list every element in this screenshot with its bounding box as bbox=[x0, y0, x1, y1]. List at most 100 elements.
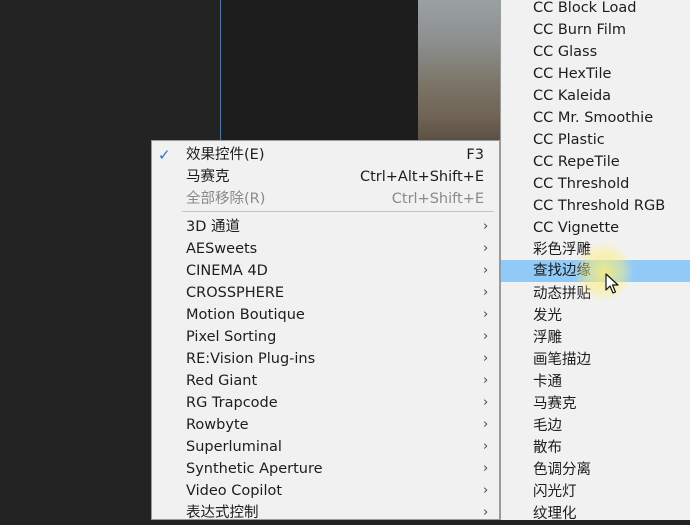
menu-item-label: 马赛克 bbox=[186, 169, 230, 185]
menu-category-motion-boutique[interactable]: Motion Boutique › bbox=[152, 304, 499, 326]
composition-panel bbox=[222, 0, 418, 140]
submenu-item-posterize[interactable]: 色调分离 bbox=[501, 459, 690, 481]
submenu-item-cc-vignette[interactable]: CC Vignette bbox=[501, 217, 690, 239]
submenu-item-label: 色调分离 bbox=[533, 462, 591, 478]
submenu-item-cc-threshold[interactable]: CC Threshold bbox=[501, 173, 690, 195]
menu-category-revision-plugins[interactable]: RE:Vision Plug-ins › bbox=[152, 348, 499, 370]
submenu-arrow-icon: › bbox=[483, 461, 489, 476]
submenu-arrow-icon: › bbox=[483, 219, 489, 234]
submenu-item-label: 纹理化 bbox=[533, 506, 577, 522]
menu-category-crossphere[interactable]: CROSSPHERE › bbox=[152, 282, 499, 304]
submenu-item-texturize[interactable]: 纹理化 bbox=[501, 503, 690, 525]
menu-item-label: 效果控件(E) bbox=[186, 147, 265, 163]
menu-category-3d-channel[interactable]: 3D 通道 › bbox=[152, 216, 499, 238]
submenu-arrow-icon: › bbox=[483, 505, 489, 520]
submenu-item-cc-threshold-rgb[interactable]: CC Threshold RGB bbox=[501, 195, 690, 217]
menu-category-label: CINEMA 4D bbox=[186, 263, 268, 279]
submenu-item-cc-repetile[interactable]: CC RepeTile bbox=[501, 151, 690, 173]
menu-item-remove-all: 全部移除(R) Ctrl+Shift+E bbox=[152, 188, 499, 210]
menu-category-synthetic-aperture[interactable]: Synthetic Aperture › bbox=[152, 458, 499, 480]
submenu-item-label: 彩色浮雕 bbox=[533, 242, 591, 258]
menu-category-aesweets[interactable]: AESweets › bbox=[152, 238, 499, 260]
submenu-arrow-icon: › bbox=[483, 329, 489, 344]
submenu-item-cartoon[interactable]: 卡通 bbox=[501, 371, 690, 393]
submenu-item-label: CC Glass bbox=[533, 44, 598, 60]
menu-category-label: RG Trapcode bbox=[186, 395, 278, 411]
menu-category-label: AESweets bbox=[186, 241, 258, 257]
submenu-item-find-edges[interactable]: 查找边缘 bbox=[501, 260, 690, 282]
submenu-item-label: CC Kaleida bbox=[533, 88, 612, 104]
menu-category-label: Motion Boutique bbox=[186, 307, 305, 323]
composition-preview-image bbox=[418, 0, 502, 140]
menu-category-cinema-4d[interactable]: CINEMA 4D › bbox=[152, 260, 499, 282]
timeline-indicator-line bbox=[220, 0, 221, 140]
menu-item-effect-controls[interactable]: ✓ 效果控件(E) F3 bbox=[152, 144, 499, 166]
submenu-item-label: CC Block Load bbox=[533, 0, 637, 16]
submenu-arrow-icon: › bbox=[483, 285, 489, 300]
submenu-item-label: CC Vignette bbox=[533, 220, 620, 236]
submenu-item-label: CC RepeTile bbox=[533, 154, 620, 170]
submenu-item-label: CC Mr. Smoothie bbox=[533, 110, 654, 126]
submenu-item-cc-kaleida[interactable]: CC Kaleida bbox=[501, 85, 690, 107]
menu-category-expression-controls[interactable]: 表达式控制 › bbox=[152, 502, 499, 524]
menu-category-label: Pixel Sorting bbox=[186, 329, 277, 345]
submenu-arrow-icon: › bbox=[483, 351, 489, 366]
menu-category-label: CROSSPHERE bbox=[186, 285, 285, 301]
menu-category-video-copilot[interactable]: Video Copilot › bbox=[152, 480, 499, 502]
submenu-arrow-icon: › bbox=[483, 241, 489, 256]
submenu-item-color-emboss[interactable]: 彩色浮雕 bbox=[501, 239, 690, 261]
submenu-item-label: 浮雕 bbox=[533, 330, 562, 346]
submenu-item-cc-hextile[interactable]: CC HexTile bbox=[501, 63, 690, 85]
menu-item-shortcut: Ctrl+Alt+Shift+E bbox=[359, 169, 484, 185]
submenu-item-cc-block-load[interactable]: CC Block Load bbox=[501, 0, 690, 19]
submenu-item-glow[interactable]: 发光 bbox=[501, 305, 690, 327]
effects-submenu: CC Block Load CC Burn Film CC Glass CC H… bbox=[500, 0, 690, 522]
submenu-item-brush-strokes[interactable]: 画笔描边 bbox=[501, 349, 690, 371]
submenu-item-label: CC Threshold RGB bbox=[533, 198, 666, 214]
menu-category-red-giant[interactable]: Red Giant › bbox=[152, 370, 499, 392]
submenu-item-label: 发光 bbox=[533, 308, 562, 324]
submenu-item-emboss[interactable]: 浮雕 bbox=[501, 327, 690, 349]
submenu-arrow-icon: › bbox=[483, 483, 489, 498]
context-menu: ✓ 效果控件(E) F3 马赛克 Ctrl+Alt+Shift+E 全部移除(R… bbox=[151, 140, 500, 521]
menu-category-label: Superluminal bbox=[186, 439, 282, 455]
menu-item-mosaic[interactable]: 马赛克 Ctrl+Alt+Shift+E bbox=[152, 166, 499, 188]
check-icon: ✓ bbox=[158, 146, 171, 164]
menu-category-superluminal[interactable]: Superluminal › bbox=[152, 436, 499, 458]
submenu-item-roughen-edges[interactable]: 毛边 bbox=[501, 415, 690, 437]
submenu-item-cc-burn-film[interactable]: CC Burn Film bbox=[501, 19, 690, 41]
submenu-item-strobe-light[interactable]: 闪光灯 bbox=[501, 481, 690, 503]
submenu-item-mosaic[interactable]: 马赛克 bbox=[501, 393, 690, 415]
submenu-item-label: 散布 bbox=[533, 440, 562, 456]
menu-category-rg-trapcode[interactable]: RG Trapcode › bbox=[152, 392, 499, 414]
submenu-item-scatter[interactable]: 散布 bbox=[501, 437, 690, 459]
submenu-item-label: 动态拼贴 bbox=[533, 286, 591, 302]
menu-category-label: Rowbyte bbox=[186, 417, 249, 433]
menu-category-label: RE:Vision Plug-ins bbox=[186, 351, 316, 367]
submenu-item-label: 毛边 bbox=[533, 418, 562, 434]
submenu-arrow-icon: › bbox=[483, 263, 489, 278]
submenu-arrow-icon: › bbox=[483, 307, 489, 322]
submenu-item-label: 卡通 bbox=[533, 374, 562, 390]
submenu-arrow-icon: › bbox=[483, 417, 489, 432]
submenu-item-label: 马赛克 bbox=[533, 396, 577, 412]
submenu-item-cc-plastic[interactable]: CC Plastic bbox=[501, 129, 690, 151]
menu-item-shortcut: F3 bbox=[466, 147, 484, 163]
submenu-item-motion-tile[interactable]: 动态拼贴 bbox=[501, 283, 690, 305]
menu-category-pixel-sorting[interactable]: Pixel Sorting › bbox=[152, 326, 499, 348]
menu-category-label: 表达式控制 bbox=[186, 505, 259, 521]
menu-category-rowbyte[interactable]: Rowbyte › bbox=[152, 414, 499, 436]
submenu-arrow-icon: › bbox=[483, 395, 489, 410]
submenu-item-cc-mr-smoothie[interactable]: CC Mr. Smoothie bbox=[501, 107, 690, 129]
menu-category-label: Synthetic Aperture bbox=[186, 461, 323, 477]
submenu-item-label: 闪光灯 bbox=[533, 484, 577, 500]
submenu-item-label: CC Plastic bbox=[533, 132, 605, 148]
menu-category-label: Red Giant bbox=[186, 373, 258, 389]
submenu-arrow-icon: › bbox=[483, 373, 489, 388]
submenu-arrow-icon: › bbox=[483, 439, 489, 454]
submenu-item-cc-glass[interactable]: CC Glass bbox=[501, 41, 690, 63]
menu-item-label: 全部移除(R) bbox=[186, 191, 266, 207]
menu-separator bbox=[182, 211, 494, 212]
submenu-item-label: 画笔描边 bbox=[533, 352, 591, 368]
menu-category-label: Video Copilot bbox=[186, 483, 283, 499]
